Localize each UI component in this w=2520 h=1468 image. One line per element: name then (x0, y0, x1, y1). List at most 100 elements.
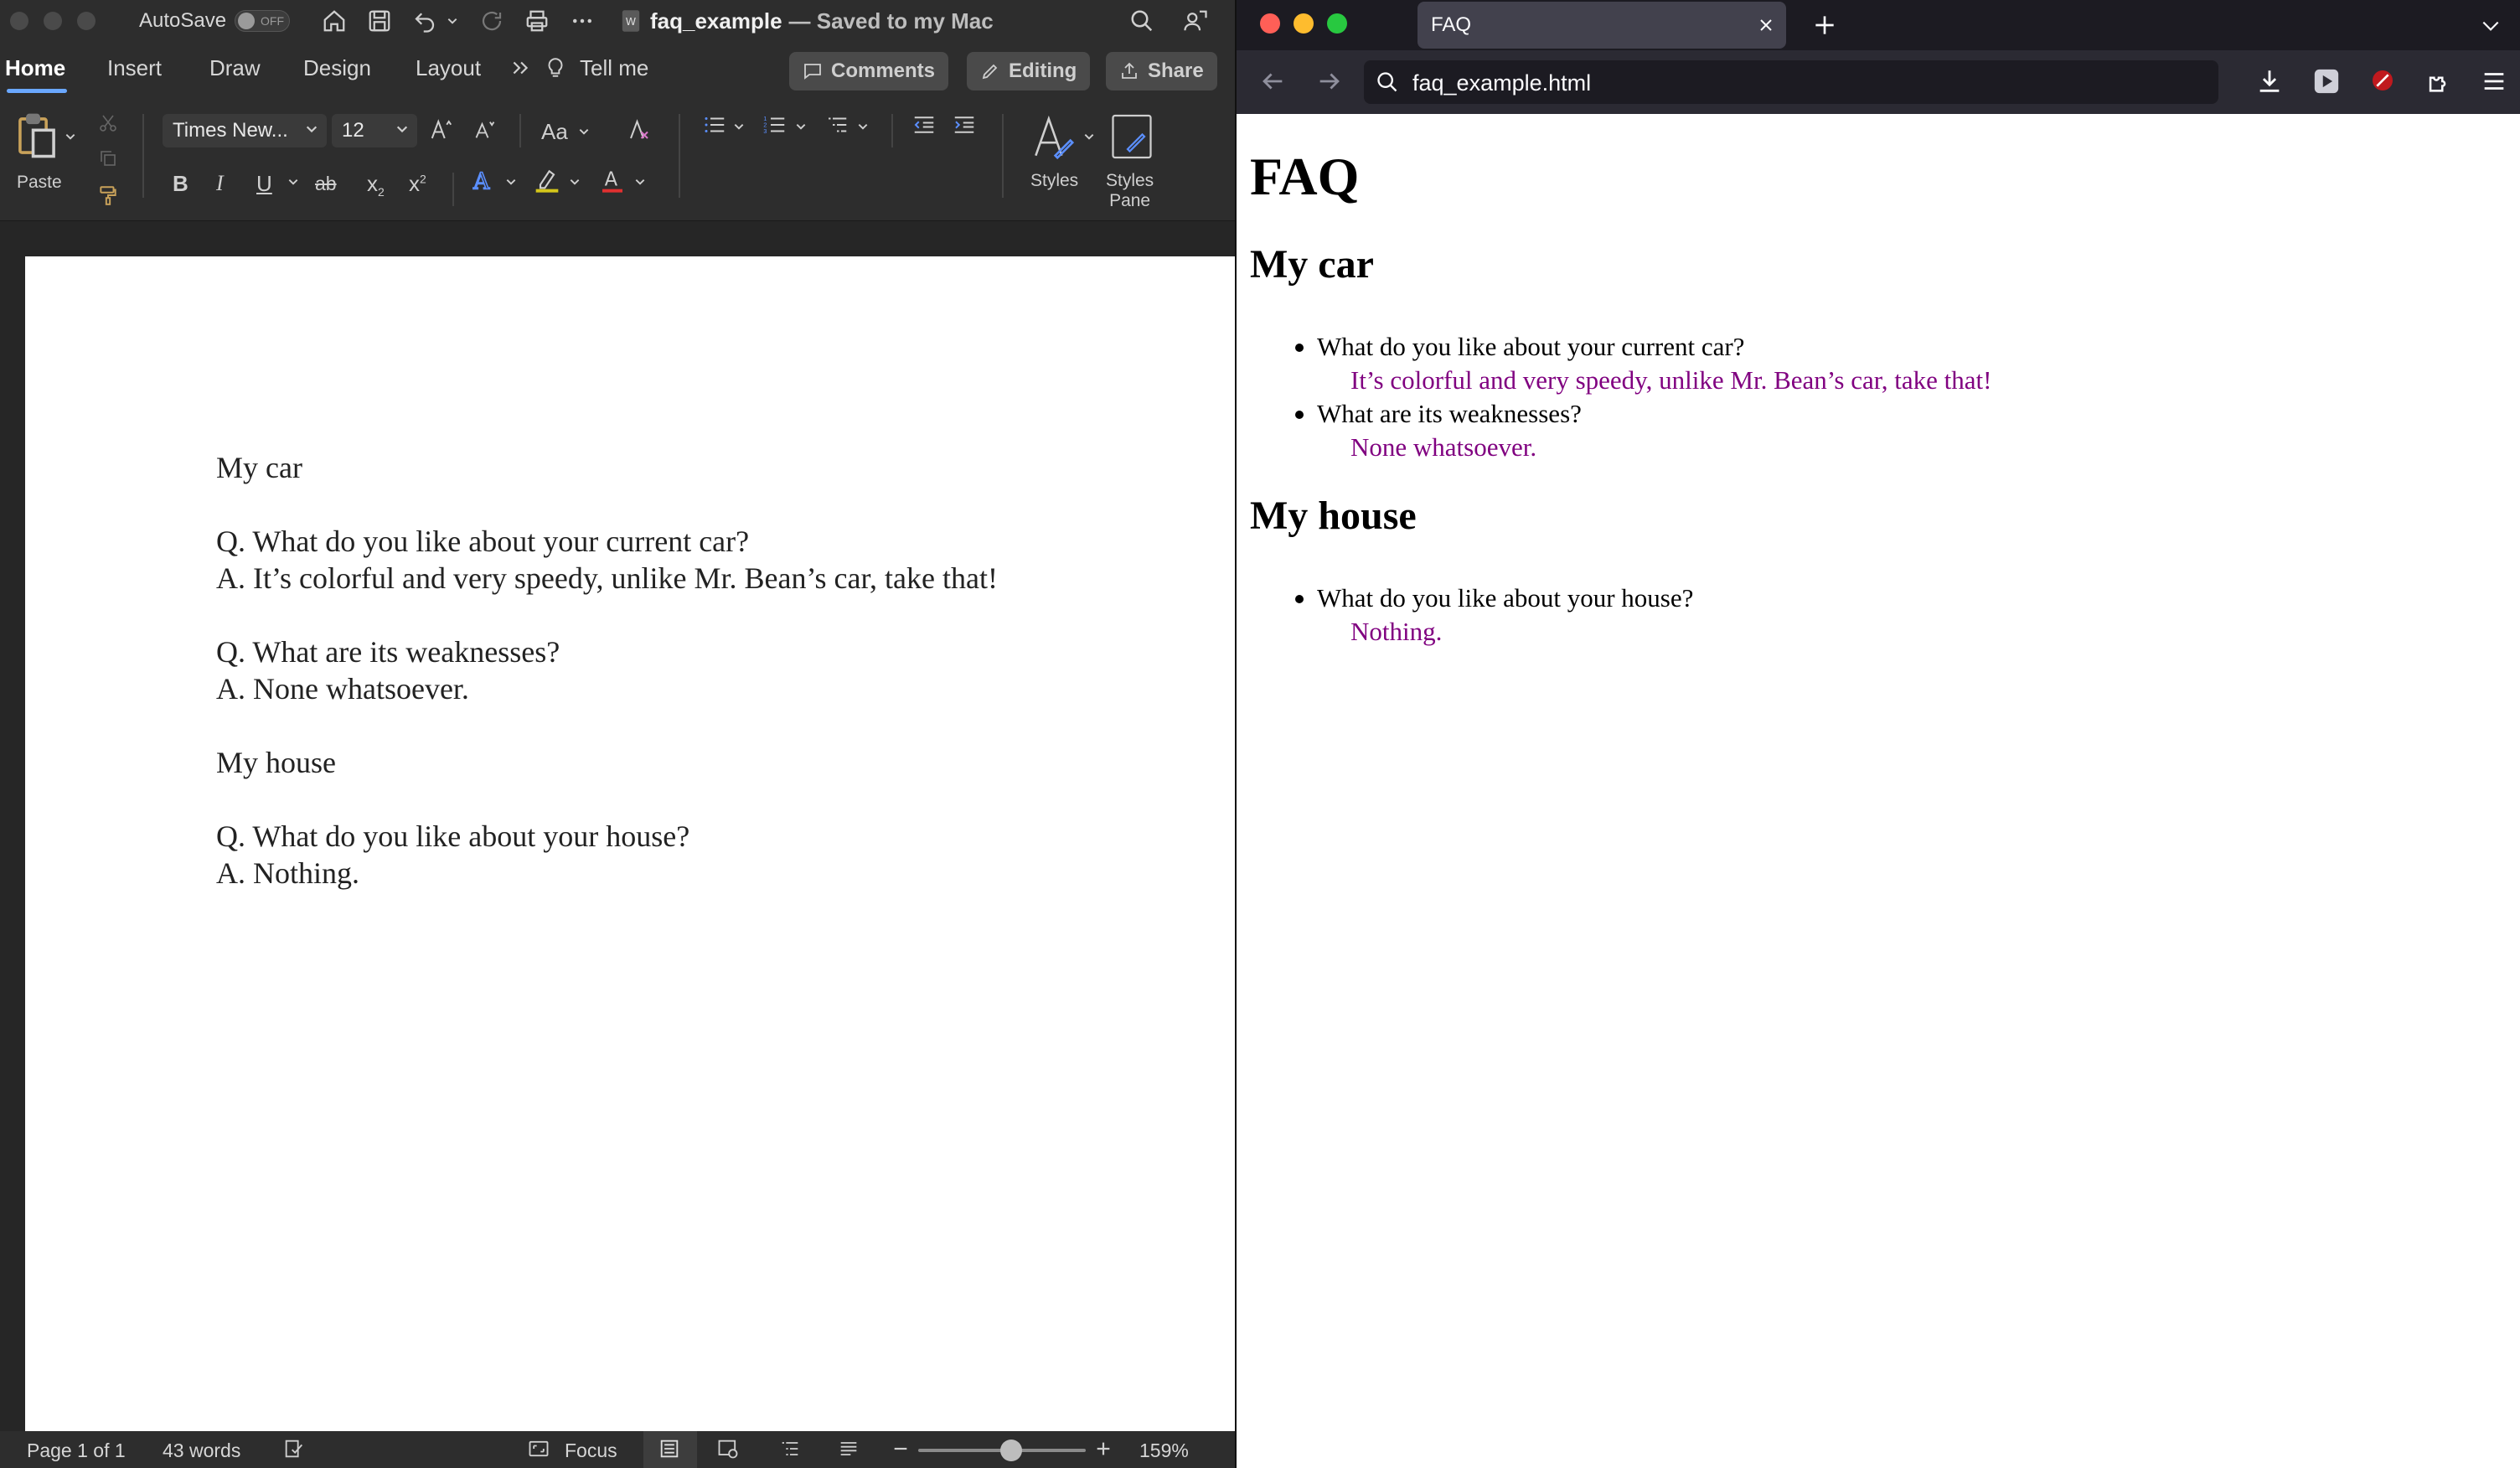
underline-dropdown-icon[interactable] (285, 168, 302, 196)
comments-button[interactable]: Comments (789, 52, 949, 90)
underline-button[interactable]: U (256, 171, 272, 197)
change-case-dropdown-icon[interactable] (575, 117, 593, 146)
more-icon[interactable] (568, 7, 596, 35)
multilevel-list-icon[interactable] (823, 111, 851, 139)
tab-layout[interactable]: Layout (416, 55, 481, 81)
close-tab-icon[interactable] (1756, 15, 1776, 35)
ribbon-separator (891, 114, 893, 147)
bold-button[interactable]: B (173, 171, 188, 197)
faq-item: What do you like about your current car?… (1295, 330, 1991, 397)
zoom-button[interactable] (77, 12, 96, 30)
url-bar[interactable]: faq_example.html (1364, 60, 2218, 104)
numbering-icon[interactable]: 123 (761, 111, 789, 139)
home-icon[interactable] (320, 7, 349, 35)
undo-icon[interactable] (411, 7, 439, 35)
zoom-out-icon[interactable] (886, 1434, 915, 1463)
shrink-font-icon[interactable] (471, 116, 499, 144)
page-count[interactable]: Page 1 of 1 (27, 1440, 126, 1462)
paste-label: Paste (17, 173, 62, 192)
bullets-icon[interactable] (700, 111, 729, 139)
tab-draw[interactable]: Draw (209, 55, 261, 81)
proofing-icon[interactable] (280, 1434, 308, 1463)
zoom-button[interactable] (1327, 13, 1347, 34)
styles-pane-icon[interactable] (1104, 109, 1159, 164)
outline-icon[interactable] (776, 1434, 804, 1463)
font-name-select[interactable]: Times New... (163, 114, 327, 147)
zoom-level[interactable]: 159% (1139, 1440, 1189, 1462)
cut-icon[interactable] (94, 109, 122, 137)
highlighter-icon[interactable] (533, 166, 561, 194)
tab-insert[interactable]: Insert (107, 55, 162, 81)
zoom-in-icon[interactable] (1089, 1434, 1118, 1463)
minimize-button[interactable] (44, 12, 62, 30)
document-body[interactable]: My car Q. What do you like about your cur… (216, 449, 998, 892)
autosave-toggle[interactable]: OFF (235, 10, 290, 32)
document-line: A. Nothing. (216, 856, 359, 890)
tab-design[interactable]: Design (303, 55, 371, 81)
close-button[interactable] (1260, 13, 1280, 34)
grow-font-icon[interactable] (427, 116, 456, 144)
highlighter-dropdown-icon[interactable] (566, 168, 583, 196)
italic-button[interactable]: I (216, 171, 224, 196)
decrease-indent-icon[interactable] (910, 111, 938, 139)
multilevel-dropdown-icon[interactable] (855, 112, 871, 141)
list-all-tabs-icon[interactable] (2480, 15, 2502, 37)
focus-icon[interactable] (524, 1434, 553, 1463)
undo-dropdown-icon[interactable] (444, 7, 461, 35)
back-icon[interactable] (1258, 67, 1287, 96)
faq-question: What do you like about your current car? (1317, 332, 1745, 361)
clear-formatting-icon[interactable] (625, 116, 653, 144)
extension-play-icon[interactable] (2312, 67, 2341, 96)
increase-indent-icon[interactable] (950, 111, 979, 139)
change-case-button[interactable]: Aa (541, 119, 568, 145)
editing-button[interactable]: Editing (967, 52, 1091, 90)
web-layout-icon[interactable] (714, 1434, 742, 1463)
faq-question: What are its weaknesses? (1317, 399, 1582, 428)
paste-icon[interactable] (12, 111, 62, 161)
extensions-icon[interactable] (2424, 67, 2453, 96)
copy-icon[interactable] (94, 144, 122, 173)
share-button[interactable]: Share (1106, 52, 1217, 90)
print-layout-icon[interactable] (655, 1434, 684, 1463)
more-tabs-icon[interactable] (506, 54, 534, 82)
strikethrough-button[interactable]: ab (315, 173, 337, 195)
styles-icon[interactable] (1024, 109, 1082, 168)
tab-home[interactable]: Home (5, 55, 65, 81)
text-effects-icon[interactable]: A (469, 166, 498, 194)
draft-icon[interactable] (834, 1434, 863, 1463)
menu-icon[interactable] (2480, 67, 2508, 96)
format-painter-icon[interactable] (94, 181, 122, 209)
text-effects-dropdown-icon[interactable] (503, 168, 519, 196)
save-icon[interactable] (365, 7, 394, 35)
forward-icon[interactable] (1315, 67, 1344, 96)
browser-tab[interactable]: FAQ (1418, 2, 1786, 49)
new-tab-icon[interactable] (1811, 12, 1838, 39)
downloads-icon[interactable] (2255, 67, 2284, 96)
search-icon[interactable] (1128, 7, 1156, 35)
focus-button[interactable]: Focus (565, 1440, 617, 1462)
comments-label: Comments (831, 59, 936, 82)
close-button[interactable] (10, 12, 28, 30)
tell-me-input[interactable]: Tell me (580, 55, 648, 81)
styles-dropdown-icon[interactable] (1081, 122, 1097, 151)
redo-icon[interactable] (478, 7, 506, 35)
numbering-dropdown-icon[interactable] (793, 112, 809, 141)
paste-dropdown-icon[interactable] (62, 122, 79, 151)
font-size-select[interactable]: 12 (332, 114, 417, 147)
font-color-icon[interactable]: A (598, 166, 627, 194)
share-people-icon[interactable] (1181, 7, 1210, 35)
document-page[interactable]: My car Q. What do you like about your cur… (25, 256, 1235, 1431)
subscript-button[interactable]: x2 (367, 171, 385, 199)
styles-pane-label-2: Pane (1109, 191, 1151, 210)
styles-pane-label-1: Styles (1106, 171, 1154, 190)
word-count[interactable]: 43 words (163, 1440, 240, 1462)
bullet (1295, 595, 1304, 603)
minimize-button[interactable] (1294, 13, 1314, 34)
extension-blocker-icon[interactable] (2369, 67, 2396, 94)
bullets-dropdown-icon[interactable] (731, 112, 747, 141)
zoom-slider-handle[interactable] (1000, 1440, 1022, 1461)
print-icon[interactable] (523, 7, 551, 35)
font-color-dropdown-icon[interactable] (632, 168, 648, 196)
superscript-button[interactable]: x2 (409, 171, 426, 197)
